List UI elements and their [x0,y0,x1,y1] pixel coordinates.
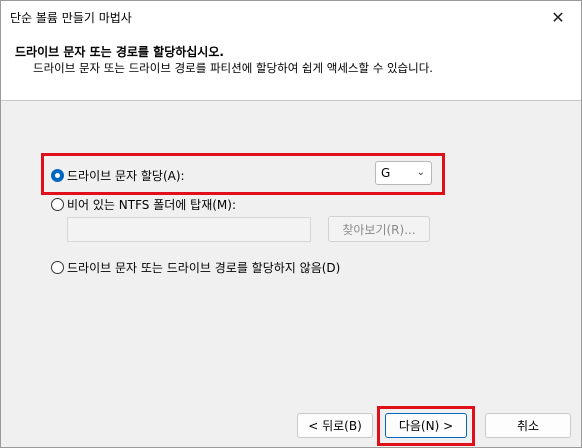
radio-dot[interactable] [51,261,64,274]
radio-mount-ntfs[interactable]: 비어 있는 NTFS 폴더에 탑재(M): [51,196,236,213]
window-title: 단순 볼륨 만들기 마법사 [10,11,132,25]
wizard-header: 드라이브 문자 또는 경로를 할당하십시오. 드라이브 문자 또는 드라이브 경… [1,33,581,101]
chevron-down-icon: ⌄ [416,167,425,178]
radio-assign-letter[interactable]: 드라이브 문자 할당(A): [51,167,185,184]
cancel-button[interactable]: 취소 [485,413,571,438]
next-button[interactable]: 다음(N) > [385,413,467,438]
browse-button[interactable]: 찾아보기(R)... [328,216,430,242]
radio-mount-ntfs-label: 비어 있는 NTFS 폴더에 탑재(M): [67,198,236,212]
wizard-window: 단순 볼륨 만들기 마법사 ✕ 드라이브 문자 또는 경로를 할당하십시오. 드… [0,0,582,448]
radio-no-assign-label: 드라이브 문자 또는 드라이브 경로를 할당하지 않음(D) [67,261,341,275]
drive-letter-select[interactable]: G ⌄ [375,161,432,185]
drive-letter-value: G [381,166,391,180]
ntfs-path-input[interactable] [67,217,311,242]
close-icon[interactable]: ✕ [535,1,581,33]
radio-dot-checked[interactable] [51,169,64,182]
title-bar: 단순 볼륨 만들기 마법사 ✕ [1,1,581,33]
radio-no-assign[interactable]: 드라이브 문자 또는 드라이브 경로를 할당하지 않음(D) [51,259,340,276]
radio-dot[interactable] [51,198,64,211]
header-subtitle: 드라이브 문자 또는 드라이브 경로를 파티션에 할당하여 쉽게 액세스할 수 … [33,61,433,75]
header-title: 드라이브 문자 또는 경로를 할당하십시오. [15,45,224,59]
back-button[interactable]: < 뒤로(B) [297,413,373,438]
radio-assign-letter-label: 드라이브 문자 할당(A): [67,169,185,183]
